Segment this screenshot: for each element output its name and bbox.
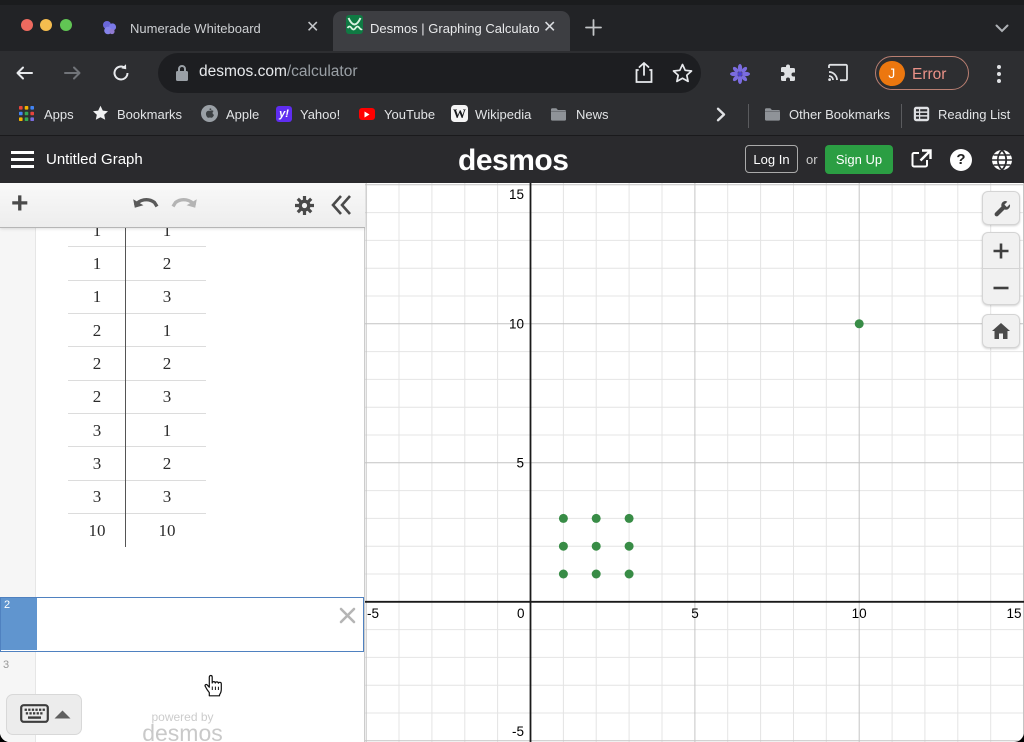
svg-text:15: 15 (1006, 606, 1021, 621)
svg-text:-5: -5 (367, 606, 379, 621)
svg-text:15: 15 (509, 187, 524, 202)
svg-text:5: 5 (691, 606, 699, 621)
svg-text:0: 0 (517, 606, 525, 621)
svg-text:10: 10 (509, 316, 524, 331)
svg-text:10: 10 (852, 606, 867, 621)
svg-text:-5: -5 (512, 724, 524, 739)
svg-text:5: 5 (516, 455, 524, 470)
